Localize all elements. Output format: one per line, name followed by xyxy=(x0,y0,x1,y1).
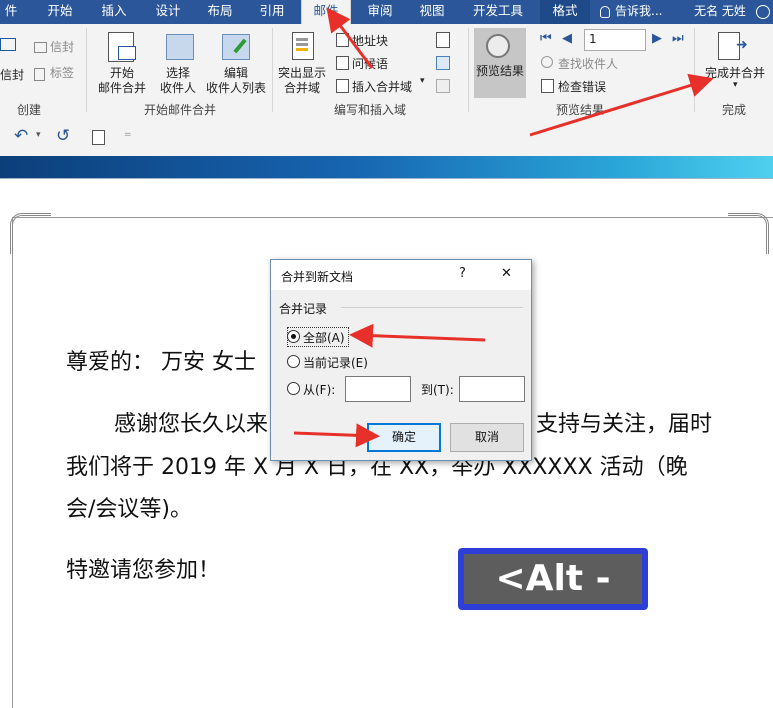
arrow-to-ok-button xyxy=(293,423,380,448)
arrow-to-finish-merge xyxy=(529,73,714,137)
arrow-to-all-option xyxy=(349,323,486,348)
annotation-arrows xyxy=(293,7,714,448)
arrow-to-mailings-tab xyxy=(326,7,374,69)
